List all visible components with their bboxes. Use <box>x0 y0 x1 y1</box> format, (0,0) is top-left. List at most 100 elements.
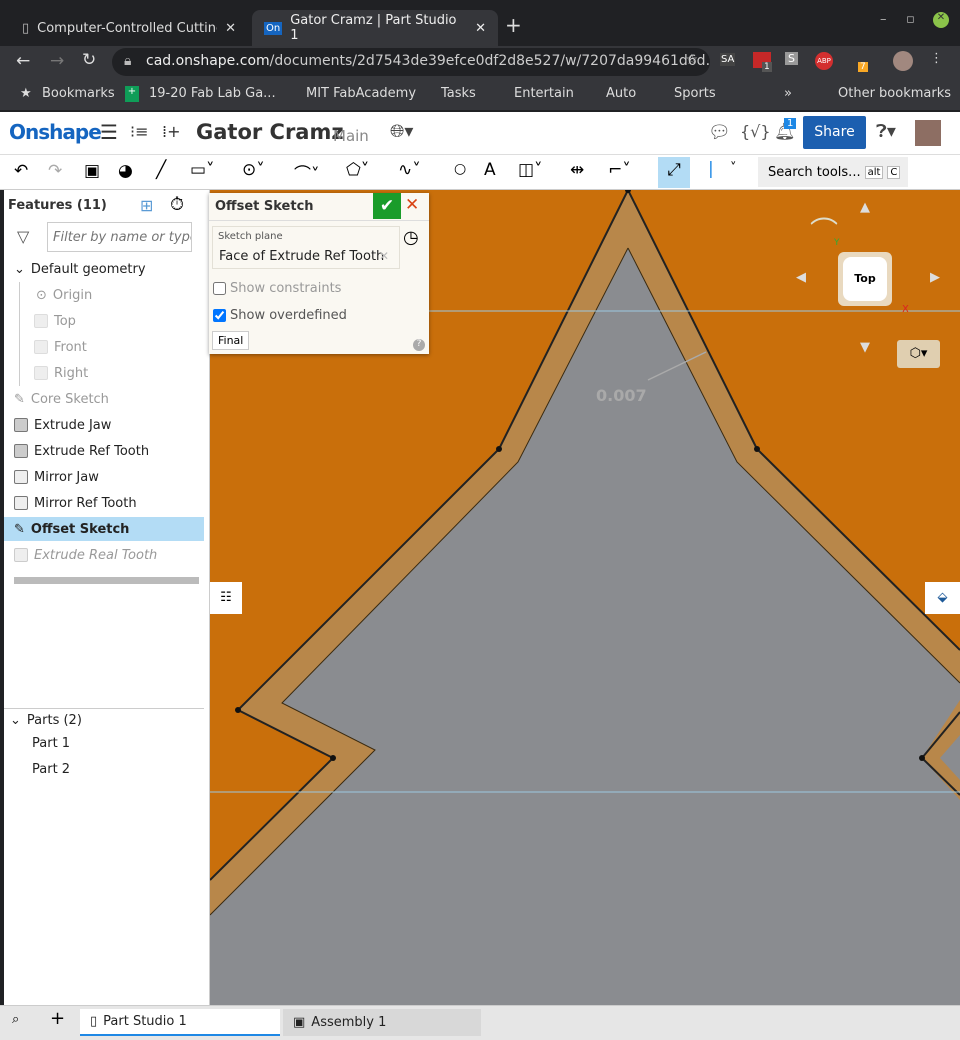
add-folder-icon[interactable]: ⊞ <box>140 196 153 215</box>
onshape-logo[interactable]: Onshape <box>9 120 102 144</box>
feature-offset-sketch[interactable]: ✎ Offset Sketch <box>4 517 204 541</box>
minimize-button[interactable]: – <box>880 12 887 27</box>
bookmark-folder[interactable]: Entertain <box>514 86 574 101</box>
comment-icon[interactable]: 💬︎ <box>708 122 731 143</box>
feature-front-plane[interactable]: Front <box>34 336 224 358</box>
part-item[interactable]: Part 1 <box>32 732 222 754</box>
mirror-icon[interactable]: ⇹ <box>570 160 584 180</box>
search-tabs-icon[interactable]: ⌕ <box>12 1012 19 1027</box>
accept-button[interactable]: ✔ <box>373 193 401 219</box>
offset-tool-icon[interactable]: ⤢ <box>658 157 690 188</box>
bookmark[interactable]: 19-20 Fab Lab Ga... <box>149 86 276 101</box>
part-item[interactable]: Part 2 <box>32 758 222 780</box>
feature-mirror-ref-tooth[interactable]: Mirror Ref Tooth <box>14 492 204 514</box>
rotate-down-icon[interactable]: ▼ <box>860 340 870 355</box>
close-window-button[interactable]: ✕ <box>933 12 949 28</box>
filter-icon[interactable]: ▽ <box>17 227 29 246</box>
show-constraints-checkbox[interactable]: Show constraints <box>213 281 341 296</box>
help-icon[interactable]: ❓︎▾ <box>876 121 896 142</box>
checkbox[interactable] <box>213 282 226 295</box>
circle-icon[interactable]: ⊙˅ <box>242 160 265 180</box>
final-button[interactable]: Final <box>212 331 250 350</box>
text-icon[interactable]: A <box>484 160 496 180</box>
rotate-up-icon[interactable]: ▲ <box>860 200 870 215</box>
close-tab-icon[interactable]: ✕ <box>225 21 236 36</box>
rollback-timer-icon[interactable]: ⏱︎ <box>170 194 184 215</box>
user-avatar[interactable] <box>915 120 941 146</box>
forward-icon[interactable]: → <box>50 51 64 71</box>
offset-dimension[interactable]: 0.007 <box>596 386 647 405</box>
extension-s[interactable]: S <box>785 52 798 65</box>
sketch-list-icon[interactable]: ☷ <box>210 582 242 614</box>
construction-icon[interactable]: | <box>708 159 714 179</box>
feature-right-plane[interactable]: Right <box>34 362 224 384</box>
feature-extrude-jaw[interactable]: Extrude Jaw <box>14 414 204 436</box>
versions-icon[interactable]: {√} <box>740 122 771 141</box>
bookmark-folder[interactable]: Tasks <box>441 86 476 101</box>
point-icon[interactable]: ○ <box>454 161 466 177</box>
restore-button[interactable]: ▫ <box>906 12 915 27</box>
use-icon[interactable]: ◫˅ <box>518 160 543 180</box>
new-tab-button[interactable]: + <box>505 13 522 37</box>
rotate-right-icon[interactable]: ▶ <box>930 270 940 285</box>
extrude-icon[interactable]: ▣ <box>84 161 100 181</box>
parts-group[interactable]: ⌄ Parts (2) <box>10 709 200 731</box>
bookmark[interactable]: Bookmarks <box>42 86 115 101</box>
chevron-down-icon[interactable]: ˅ <box>730 161 737 176</box>
feature-top-plane[interactable]: Top <box>34 310 224 332</box>
spline-icon[interactable]: ∿˅ <box>398 160 421 180</box>
profile-avatar[interactable] <box>893 51 913 71</box>
view-cube[interactable]: ▲ ⌒ ◀ ▶ ▼ Top Y X ⬡▾ <box>796 200 940 370</box>
checkbox[interactable] <box>213 309 226 322</box>
other-bookmarks[interactable]: Other bookmarks <box>838 86 951 101</box>
view-options-button[interactable]: ⬡▾ <box>897 340 940 368</box>
extension-sa[interactable]: SA <box>720 53 736 66</box>
fillet-icon[interactable]: ⌐˅ <box>608 160 631 180</box>
default-geometry-group[interactable]: ⌄ Default geometry <box>14 258 204 280</box>
browser-tab-active[interactable]: On Gator Cramz | Part Studio 1 ✕ <box>252 10 498 46</box>
close-tab-icon[interactable]: ✕ <box>475 21 486 36</box>
revolve-icon[interactable]: ◕ <box>118 161 133 181</box>
branch-label[interactable]: Main <box>333 127 369 145</box>
reload-icon[interactable]: ↻ <box>82 50 96 70</box>
star-icon[interactable]: ☆ <box>685 52 698 68</box>
feature-extrude-real-tooth[interactable]: Extrude Real Tooth <box>14 544 204 566</box>
tab-assembly-1[interactable]: ▣ Assembly 1 <box>283 1009 481 1036</box>
bookmark-folder[interactable]: Auto <box>606 86 636 101</box>
search-tools-input[interactable]: Search tools... alt C <box>758 157 908 187</box>
bookmark-folder[interactable]: MIT FabAcademy <box>306 86 416 101</box>
clear-icon[interactable]: ✕ <box>379 249 389 263</box>
arc-icon[interactable]: ⌒˅ <box>294 160 320 185</box>
adblock-icon[interactable]: ABP <box>815 52 833 70</box>
tab-part-studio-1[interactable]: ▯ Part Studio 1 <box>80 1009 280 1036</box>
share-button[interactable]: Share <box>803 116 866 149</box>
hamburger-icon[interactable]: ☰ <box>100 120 118 144</box>
insert-icon[interactable]: ⁞+ <box>162 122 181 141</box>
more-bookmarks[interactable]: » <box>784 86 792 101</box>
rotate-left-icon[interactable]: ◀ <box>796 270 806 285</box>
globe-icon[interactable]: 🌐︎▾ <box>390 121 413 142</box>
back-icon[interactable]: ← <box>16 51 30 71</box>
view-cube-face[interactable]: Top <box>838 252 892 306</box>
filter-input[interactable] <box>47 222 192 252</box>
document-title[interactable]: Gator Cramz <box>196 120 344 144</box>
rectangle-icon[interactable]: ▭˅ <box>190 160 215 180</box>
named-views-icon[interactable]: ⬙ <box>925 582 960 614</box>
menu-icon[interactable]: ⋮ <box>930 51 943 66</box>
rollback-bar[interactable] <box>14 577 199 584</box>
feature-core-sketch[interactable]: ✎ Core Sketch <box>14 388 204 410</box>
redo-icon[interactable]: ↷ <box>48 161 62 181</box>
feature-list-icon[interactable]: ⁝≡ <box>130 122 149 141</box>
feature-origin[interactable]: ⊙ Origin <box>36 284 226 306</box>
bookmark-folder[interactable]: Sports <box>674 86 716 101</box>
undo-icon[interactable]: ↶ <box>14 161 28 181</box>
url-bar[interactable]: 🔒︎ cad.onshape.com/documents/2d7543de39e… <box>112 48 710 76</box>
add-tab-icon[interactable]: + <box>50 1008 65 1029</box>
cancel-button[interactable]: ✕ <box>405 195 419 215</box>
clock-icon[interactable]: ◷ <box>403 227 419 248</box>
browser-tab[interactable]: ▯ Computer-Controlled Cutting ✕ <box>10 10 250 46</box>
polygon-icon[interactable]: ⬠˅ <box>346 160 369 180</box>
feature-mirror-jaw[interactable]: Mirror Jaw <box>14 466 204 488</box>
line-icon[interactable]: ╱ <box>156 160 166 180</box>
help-icon[interactable]: ? <box>413 339 425 351</box>
